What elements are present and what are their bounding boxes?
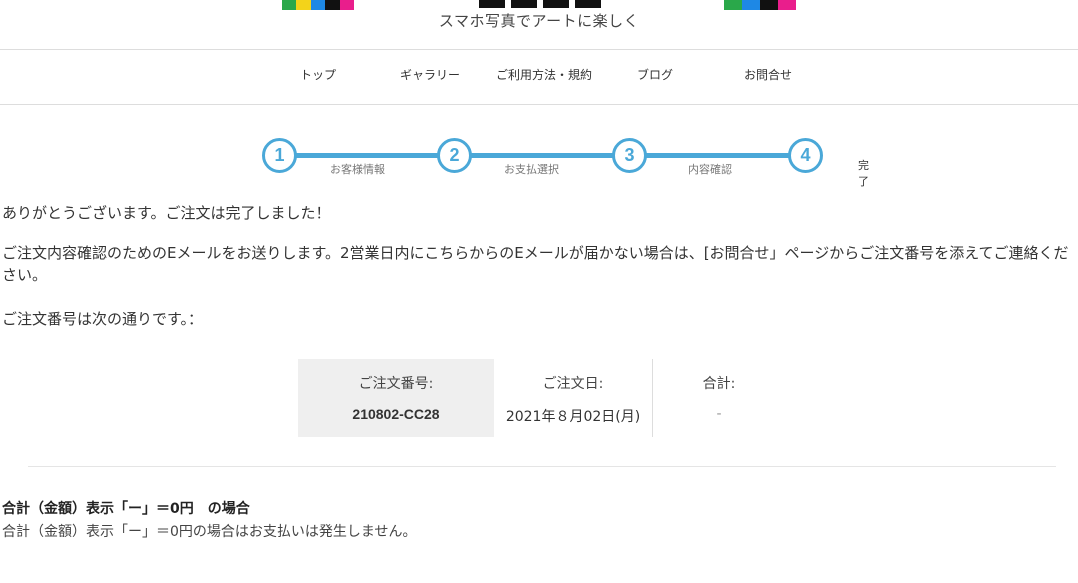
order-number-intro: ご注文番号は次の通りです。： (2, 310, 204, 328)
order-total-cell: 合計: - (653, 359, 785, 437)
step-1-circle: 1 (262, 138, 297, 173)
main-nav: トップ ギャラリー ご利用方法・規約 ブログ お問合せ (0, 49, 1078, 105)
divider (28, 466, 1056, 467)
order-summary: ご注文番号: 210802-CC28 ご注文日: 2021年８月02日(月) 合… (298, 359, 785, 437)
step-number: 2 (449, 145, 460, 165)
order-number-cell: ご注文番号: 210802-CC28 (298, 359, 494, 437)
order-date-cell: ご注文日: 2021年８月02日(月) (494, 359, 653, 437)
order-date-value: 2021年８月02日(月) (505, 409, 641, 425)
site-logo[interactable] (470, 0, 610, 8)
site-tagline: スマホ写真でアートに楽しく (438, 12, 640, 30)
step-4-label: 完了 (858, 159, 869, 188)
logo-color-block-left (282, 0, 355, 10)
order-date-label: ご注文日: (542, 376, 604, 392)
logo-color-block-right (724, 0, 796, 10)
progress-line (290, 153, 800, 158)
step-3-circle: 3 (612, 138, 647, 173)
step-2-circle: 2 (437, 138, 472, 173)
step-3-label: 内容確認 (688, 163, 732, 176)
order-number-label: ご注文番号: (358, 376, 434, 392)
zero-total-note-title: 合計（金額）表示「ー」＝0円 の場合 (2, 501, 250, 517)
site-header: スマホ写真でアートに楽しく (0, 0, 1078, 50)
step-1-label: お客様情報 (330, 163, 385, 176)
nav-item-gallery[interactable]: ギャラリー (400, 66, 460, 83)
checkout-progress: 1 お客様情報 2 お支払選択 3 内容確認 4 完了 (0, 120, 1078, 200)
nav-item-contact[interactable]: お問合せ (744, 66, 792, 83)
step-number: 4 (800, 145, 811, 165)
zero-total-note-text: 合計（金額）表示「ー」＝0円の場合はお支払いは発生しません。 (2, 524, 417, 540)
nav-item-blog[interactable]: ブログ (637, 66, 673, 83)
order-total-label: 合計: (702, 376, 736, 392)
email-notice: ご注文内容確認のためのEメールをお送りします。2営業日内にこちらからのEメールが… (2, 244, 1069, 284)
step-2-label: お支払選択 (504, 163, 559, 176)
nav-item-usage-terms[interactable]: ご利用方法・規約 (496, 66, 592, 83)
step-4-circle: 4 (788, 138, 823, 173)
nav-item-top[interactable]: トップ (300, 66, 336, 83)
thank-you-message: ありがとうございます。ご注文は完了しました！ (2, 204, 331, 222)
step-number: 3 (624, 145, 635, 165)
step-number: 1 (274, 145, 285, 165)
order-number-value: 210802-CC28 (352, 406, 440, 422)
order-total-value: - (716, 406, 722, 422)
